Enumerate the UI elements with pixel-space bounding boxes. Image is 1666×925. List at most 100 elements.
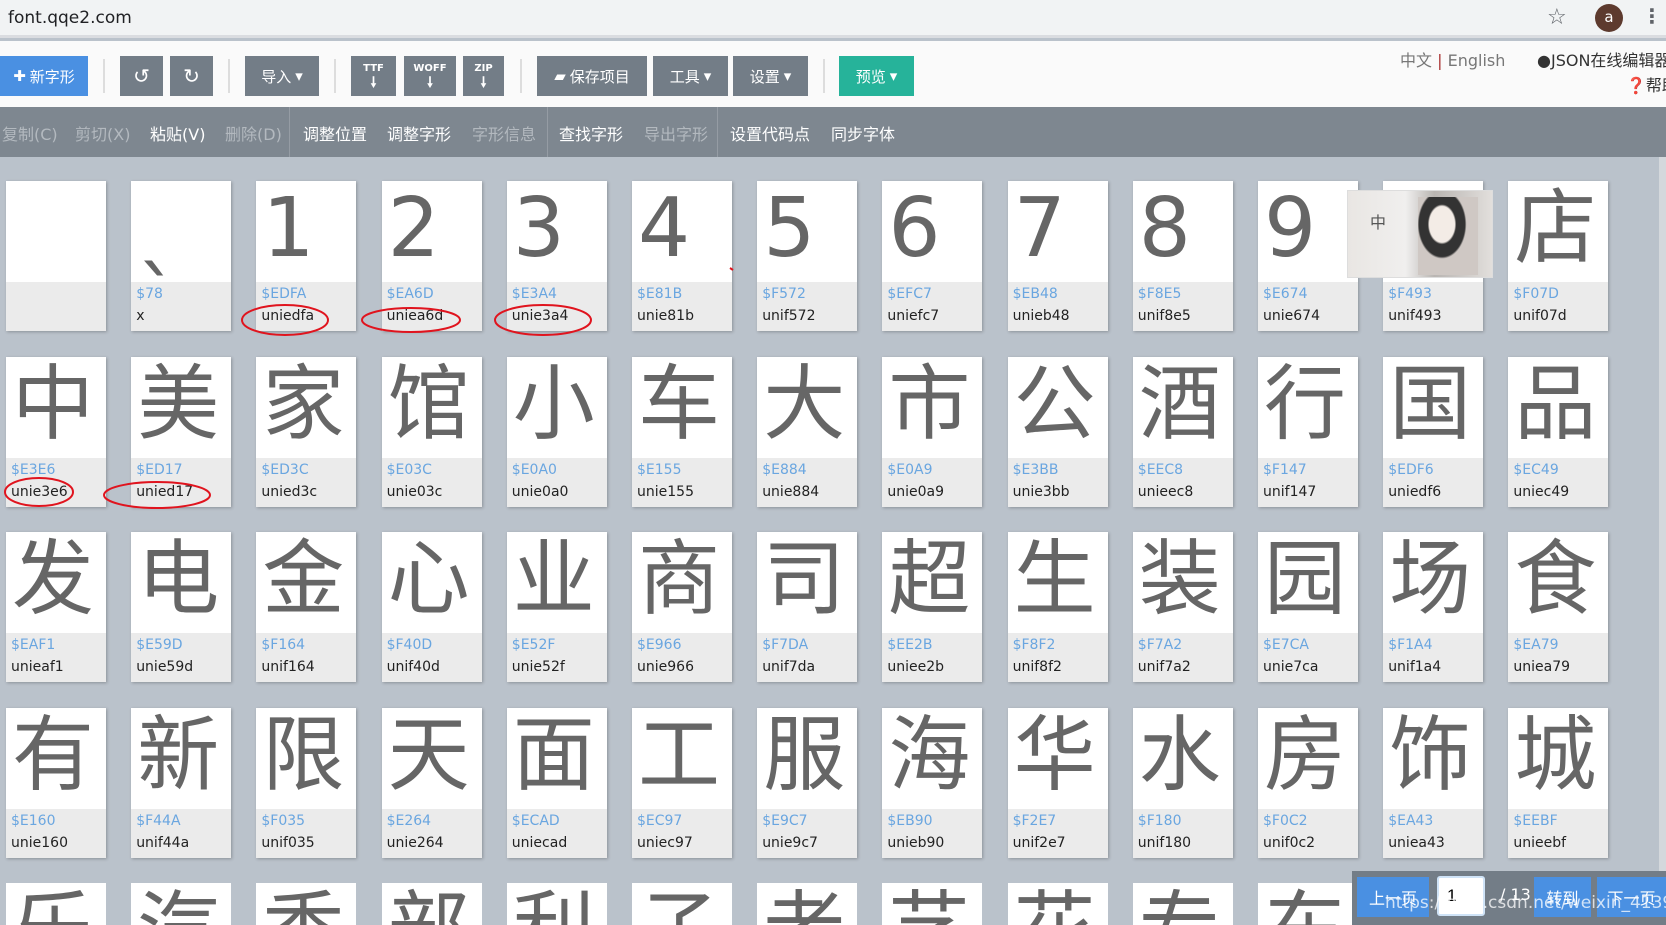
glyph-card[interactable]: 行 $F147 unif147 (1258, 356, 1358, 507)
glyph-card[interactable]: 新 $F44A unif44a (131, 707, 232, 858)
menu-item[interactable]: 删除(D) (225, 121, 282, 145)
glyph-card[interactable]: 司 $F7DA unif7da (757, 532, 858, 682)
glyph-card[interactable]: 商 $E966 unie966 (632, 532, 732, 682)
glyph-card[interactable]: 香 (256, 883, 357, 925)
glyph-card[interactable]: 车 $E155 unie155 (632, 356, 732, 507)
menu-item[interactable]: 查找字形 (559, 121, 623, 145)
glyph-card[interactable]: 水 $F180 unif180 (1132, 707, 1233, 858)
glyph-name: unied3c (261, 483, 318, 500)
glyph-card[interactable]: 6 $EFC7 uniefc7 (882, 181, 983, 331)
glyph-card[interactable]: 房 $F0C2 unif0c2 (1258, 707, 1358, 858)
glyph-card[interactable]: 9 $E674 unie674 (1258, 181, 1358, 331)
undo-button[interactable]: ↺ (120, 56, 163, 96)
glyph-card[interactable]: 业 $E52F unie52f (506, 532, 607, 682)
glyph-card[interactable]: 限 $F035 unif035 (256, 707, 357, 858)
glyph-card[interactable]: 花 (1007, 883, 1108, 925)
glyph-card[interactable]: 面 $ECAD uniecad (506, 707, 607, 858)
glyph-card[interactable]: 园 $E7CA unie7ca (1258, 532, 1358, 682)
glyph-card[interactable]: 5 $F572 unif572 (757, 181, 858, 331)
glyph-card[interactable]: 工 $EC97 uniec97 (632, 707, 732, 858)
glyph-card[interactable]: 小 $E0A0 unie0a0 (506, 356, 607, 507)
star-icon[interactable]: ☆ (1547, 5, 1567, 30)
glyph-card[interactable]: 金 $F164 unif164 (256, 532, 357, 682)
glyph-card[interactable]: 心 $F40D unif40d (381, 532, 482, 682)
glyph-card[interactable]: 生 $F8F2 unif8f2 (1007, 532, 1108, 682)
kebab-icon[interactable]: ⋮ (1642, 4, 1662, 28)
glyph-card[interactable]: 公 $E3BB unie3bb (1007, 356, 1108, 507)
menu-item[interactable]: 调整位置 (303, 121, 367, 145)
glyph-card[interactable]: 国 $EDF6 uniedf6 (1383, 356, 1484, 507)
url-field[interactable]: font.qqe2.com (8, 8, 132, 28)
menu-item[interactable]: 同步字体 (831, 121, 895, 145)
glyph-card[interactable]: 汽 (131, 883, 232, 925)
glyph-card[interactable]: 子 (632, 883, 732, 925)
glyph-card[interactable]: 城 $EEBF unieebf (1508, 707, 1609, 858)
glyph-card[interactable]: 食 $EA79 uniea79 (1508, 532, 1609, 682)
glyph-card[interactable]: 3 $E3A4 unie3a4 (506, 181, 607, 331)
glyph-card[interactable]: 2 $EA6D uniea6d (381, 181, 482, 331)
glyph-card[interactable]: 海 $EB90 unieb90 (882, 707, 983, 858)
glyph-card[interactable]: 家 $ED3C unied3c (256, 356, 357, 507)
glyph-card[interactable]: 馆 $E03C unie03c (381, 356, 482, 507)
glyph-card[interactable]: 超 $EE2B uniee2b (882, 532, 983, 682)
glyph-card[interactable]: 中 $E3E6 unie3e6 (6, 356, 106, 507)
glyph-card[interactable]: 专 (1132, 883, 1233, 925)
menu-item[interactable]: 字形信息 (472, 121, 536, 145)
lang-chinese[interactable]: 中文 (1400, 51, 1432, 70)
glyph-codepoint: $F7A2 (1137, 637, 1183, 653)
glyph-card[interactable]: 美 $ED17 unied17 (131, 356, 232, 507)
glyph-card[interactable]: 发 $EAF1 unieaf1 (6, 532, 106, 682)
glyph-card[interactable]: 市 $E0A9 unie0a9 (882, 356, 983, 507)
import-dropdown[interactable]: 导入 ▾ (245, 56, 319, 96)
json-editor-link[interactable]: ●JSON在线编辑器 (1537, 47, 1666, 71)
glyph-card[interactable]: 电 $E59D unie59d (131, 532, 232, 682)
glyph-card[interactable]: 酒 $EEC8 unieec8 (1132, 356, 1233, 507)
glyph-card[interactable]: 有 $E160 unie160 (6, 707, 106, 858)
glyph-preview: 部 (381, 883, 482, 925)
glyph-card[interactable]: 品 $EC49 uniec49 (1508, 356, 1609, 507)
glyph-card[interactable]: 1 $EDFA uniedfa (256, 181, 357, 331)
glyph-card[interactable]: 8 $F8E5 unif8e5 (1132, 181, 1233, 331)
glyph-card[interactable]: 老 (757, 883, 858, 925)
glyph-card[interactable]: 部 (381, 883, 482, 925)
scrollbar[interactable] (1659, 157, 1666, 925)
glyph-codepoint: $F0C2 (1263, 812, 1308, 829)
glyph-codepoint: $E03C (386, 461, 432, 478)
glyph-card[interactable]: 东 (1258, 883, 1358, 925)
glyph-card[interactable]: 4 $E81B unie81b (632, 181, 732, 331)
glyph-card[interactable]: 装 $F7A2 unif7a2 (1132, 532, 1233, 682)
glyph-card[interactable] (6, 181, 106, 331)
menu-item[interactable]: 设置代码点 (730, 121, 810, 145)
glyph-card[interactable]: 店 $F07D unif07d (1508, 181, 1609, 331)
menu-item[interactable]: 调整字形 (387, 121, 451, 145)
glyph-card[interactable]: 7 $EB48 unieb48 (1007, 181, 1108, 331)
glyph-card[interactable]: 服 $E9C7 unie9c7 (757, 707, 858, 858)
glyph-card[interactable]: 艺 (882, 883, 983, 925)
avatar[interactable]: a (1595, 4, 1623, 32)
new-glyph-button[interactable]: ✚ 新字形 (0, 56, 88, 96)
menu-item[interactable]: 导出字形 (644, 121, 708, 145)
glyph-card[interactable]: 乐 (6, 883, 106, 925)
glyph-card[interactable]: 天 $E264 unie264 (381, 707, 482, 858)
glyph-card[interactable]: ˎ $78 x (131, 181, 232, 331)
export-ttf-button[interactable]: TTF 🠗 (351, 56, 396, 96)
save-project-button[interactable]: ▰ 保存项目 (537, 56, 647, 96)
glyph-card[interactable]: 饰 $EA43 uniea43 (1383, 707, 1484, 858)
glyph-card[interactable]: 场 $F1A4 unif1a4 (1383, 532, 1484, 682)
preview-dropdown[interactable]: 预览 ▾ (839, 56, 914, 96)
export-woff-button[interactable]: WOFF 🠗 (404, 56, 456, 96)
glyph-name: uniea6d (386, 308, 444, 324)
menu-item[interactable]: 粘贴(V) (150, 121, 205, 145)
export-zip-button[interactable]: ZIP 🠗 (463, 56, 504, 96)
glyph-preview: 有 (6, 707, 106, 809)
menu-item[interactable]: 复制(C) (2, 121, 58, 145)
lang-english[interactable]: English (1448, 51, 1506, 70)
tools-dropdown[interactable]: 工具 ▾ (653, 56, 728, 96)
glyph-card[interactable]: 利 (506, 883, 607, 925)
glyph-card[interactable]: 华 $F2E7 unif2e7 (1007, 707, 1108, 858)
settings-dropdown[interactable]: 设置 ▾ (733, 56, 808, 96)
menu-item[interactable]: 剪切(X) (75, 121, 130, 145)
glyph-card[interactable]: 大 $E884 unie884 (757, 356, 858, 507)
redo-button[interactable]: ↻ (170, 56, 213, 96)
help-link[interactable]: ❓帮助 (1626, 72, 1666, 96)
